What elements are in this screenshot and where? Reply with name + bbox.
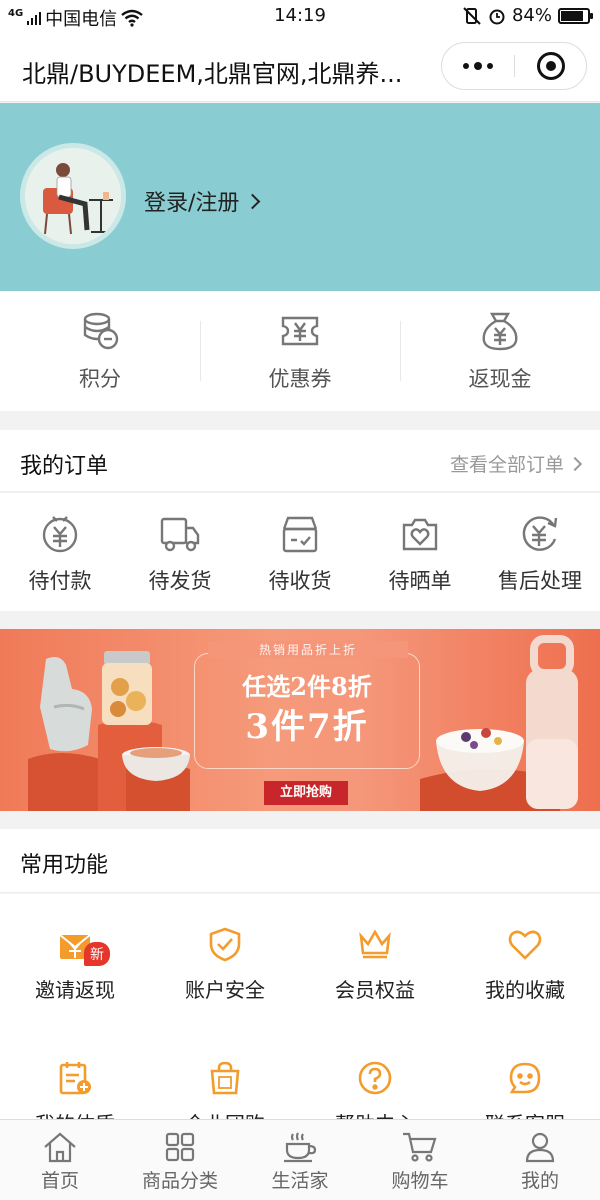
wallet-label: 积分	[79, 367, 121, 391]
tab-mine[interactable]: 我的	[480, 1120, 600, 1200]
tab-lifestyle[interactable]: 生活家	[240, 1120, 360, 1200]
shopping-bag-icon	[210, 1061, 240, 1095]
more-button[interactable]	[442, 43, 514, 89]
order-status-label: 待发货	[148, 569, 212, 593]
camera-heart-icon	[402, 518, 438, 551]
function-label: 帮助中心	[335, 1108, 415, 1119]
order-pending-payment[interactable]: 待付款	[0, 493, 120, 611]
tab-label: 商品分类	[141, 1170, 218, 1192]
close-mini-program-icon[interactable]	[537, 52, 565, 80]
function-account-security[interactable]: 账户安全	[150, 926, 300, 1003]
view-all-orders-label: 查看全部订单	[449, 454, 564, 476]
avatar[interactable]	[20, 143, 126, 249]
refund-icon	[522, 516, 558, 551]
function-help-center[interactable]: 帮助中心	[300, 1060, 450, 1119]
order-status-label: 售后处理	[498, 569, 582, 593]
promo-line-2: 3件7折	[245, 707, 369, 747]
box-icon	[282, 516, 318, 553]
wallet-label: 返现金	[468, 367, 532, 391]
function-label: 会员权益	[335, 978, 415, 1002]
chevron-right-icon	[567, 456, 583, 471]
notepad-plus-icon	[59, 1062, 91, 1095]
title-bar: 北鼎/BUYDEEM,北鼎官网,北鼎养...	[0, 32, 600, 102]
avatar-illustration-icon	[25, 148, 121, 244]
coins-icon	[83, 312, 119, 350]
more-dot-icon	[487, 63, 493, 69]
function-my-constitution[interactable]: 我的体质	[0, 1060, 150, 1119]
tab-categories[interactable]: 商品分类	[120, 1120, 240, 1200]
status-bar: 4G 中国电信 14:19 84%	[0, 0, 600, 32]
coffee-cup-icon	[284, 1132, 317, 1163]
shield-check-icon	[209, 927, 241, 962]
mini-program-capsule	[441, 42, 587, 90]
login-register-label: 登录/注册	[144, 191, 240, 216]
function-label: 我的收藏	[485, 978, 565, 1002]
cart-icon	[403, 1132, 437, 1162]
new-badge: 新	[84, 942, 110, 966]
orders-header: 我的订单 查看全部订单	[0, 430, 600, 492]
order-after-sales[interactable]: 售后处理	[480, 493, 600, 611]
coupon-icon	[281, 316, 319, 346]
alarm-icon	[489, 9, 505, 24]
wallet-coupons[interactable]: 优惠券	[200, 291, 400, 411]
more-dot-icon	[463, 63, 469, 69]
order-pending-shipment[interactable]: 待发货	[120, 493, 240, 611]
tab-label: 我的	[520, 1170, 559, 1192]
function-label: 联系客服	[485, 1108, 565, 1119]
person-icon	[525, 1132, 555, 1163]
money-bag-icon	[482, 312, 518, 351]
home-icon	[44, 1132, 76, 1163]
battery-icon	[558, 7, 593, 24]
functions-grid: 新 邀请返现 账户安全 会员权益 我的收藏 我的体质	[0, 894, 600, 1119]
promo-line-1: 任选2件8折	[242, 672, 372, 701]
battery-fill	[561, 10, 583, 21]
page-title: 北鼎/BUYDEEM,北鼎官网,北鼎养...	[22, 60, 403, 88]
login-register-link[interactable]: 登录/注册	[144, 185, 261, 217]
wallet-row: 积分 优惠券 返现金	[0, 291, 600, 411]
wallet-points[interactable]: 积分	[0, 291, 200, 411]
function-invite-cashback[interactable]: 新 邀请返现	[0, 926, 150, 1003]
more-dot-icon	[474, 62, 482, 70]
order-status-row: 待付款 待发货 待收货 待晒单 售后处理	[0, 493, 600, 611]
promo-banner[interactable]: 热销用品折上折 任选2件8折 3件7折 立即抢购	[0, 629, 600, 811]
heart-icon	[508, 930, 542, 960]
wallet-label: 优惠券	[268, 367, 332, 391]
tab-label: 生活家	[271, 1170, 329, 1192]
chevron-right-icon	[245, 193, 261, 209]
order-status-label: 待收货	[268, 569, 332, 593]
yen-circle-icon	[42, 516, 78, 553]
order-pending-receipt[interactable]: 待收货	[240, 493, 360, 611]
order-pending-review[interactable]: 待晒单	[360, 493, 480, 611]
grid-icon	[165, 1132, 195, 1162]
truck-icon	[160, 517, 200, 552]
function-label: 我的体质	[35, 1108, 115, 1119]
profile-header: 登录/注册	[0, 103, 600, 291]
vibrate-off-icon	[463, 6, 481, 25]
order-status-label: 待付款	[28, 569, 92, 593]
function-label: 账户安全	[185, 978, 265, 1002]
crown-icon	[359, 929, 391, 959]
tab-label: 首页	[40, 1170, 79, 1192]
battery-percent: 84%	[511, 5, 552, 26]
function-member-benefits[interactable]: 会员权益	[300, 926, 450, 1003]
function-favorites[interactable]: 我的收藏	[450, 926, 600, 1003]
function-group-purchase[interactable]: 企业团购	[150, 1060, 300, 1119]
chat-face-icon	[509, 1062, 541, 1094]
orders-title: 我的订单	[20, 454, 109, 479]
question-icon	[358, 1061, 392, 1095]
functions-header: 常用功能	[0, 829, 600, 893]
function-label: 邀请返现	[35, 978, 115, 1002]
bottom-tab-bar: 首页 商品分类 生活家 购物车 我的	[0, 1119, 600, 1200]
function-contact-service[interactable]: 联系客服	[450, 1060, 600, 1119]
tab-label: 购物车	[391, 1170, 449, 1192]
promo-tagline: 热销用品折上折	[208, 641, 408, 658]
wallet-cashback[interactable]: 返现金	[400, 291, 600, 411]
buy-now-button[interactable]: 立即抢购	[264, 781, 348, 805]
view-all-orders-link[interactable]: 查看全部订单	[449, 450, 583, 477]
tab-home[interactable]: 首页	[0, 1120, 120, 1200]
function-label: 企业团购	[185, 1108, 265, 1119]
tab-cart[interactable]: 购物车	[360, 1120, 480, 1200]
functions-title: 常用功能	[20, 853, 109, 878]
order-status-label: 待晒单	[388, 569, 452, 593]
